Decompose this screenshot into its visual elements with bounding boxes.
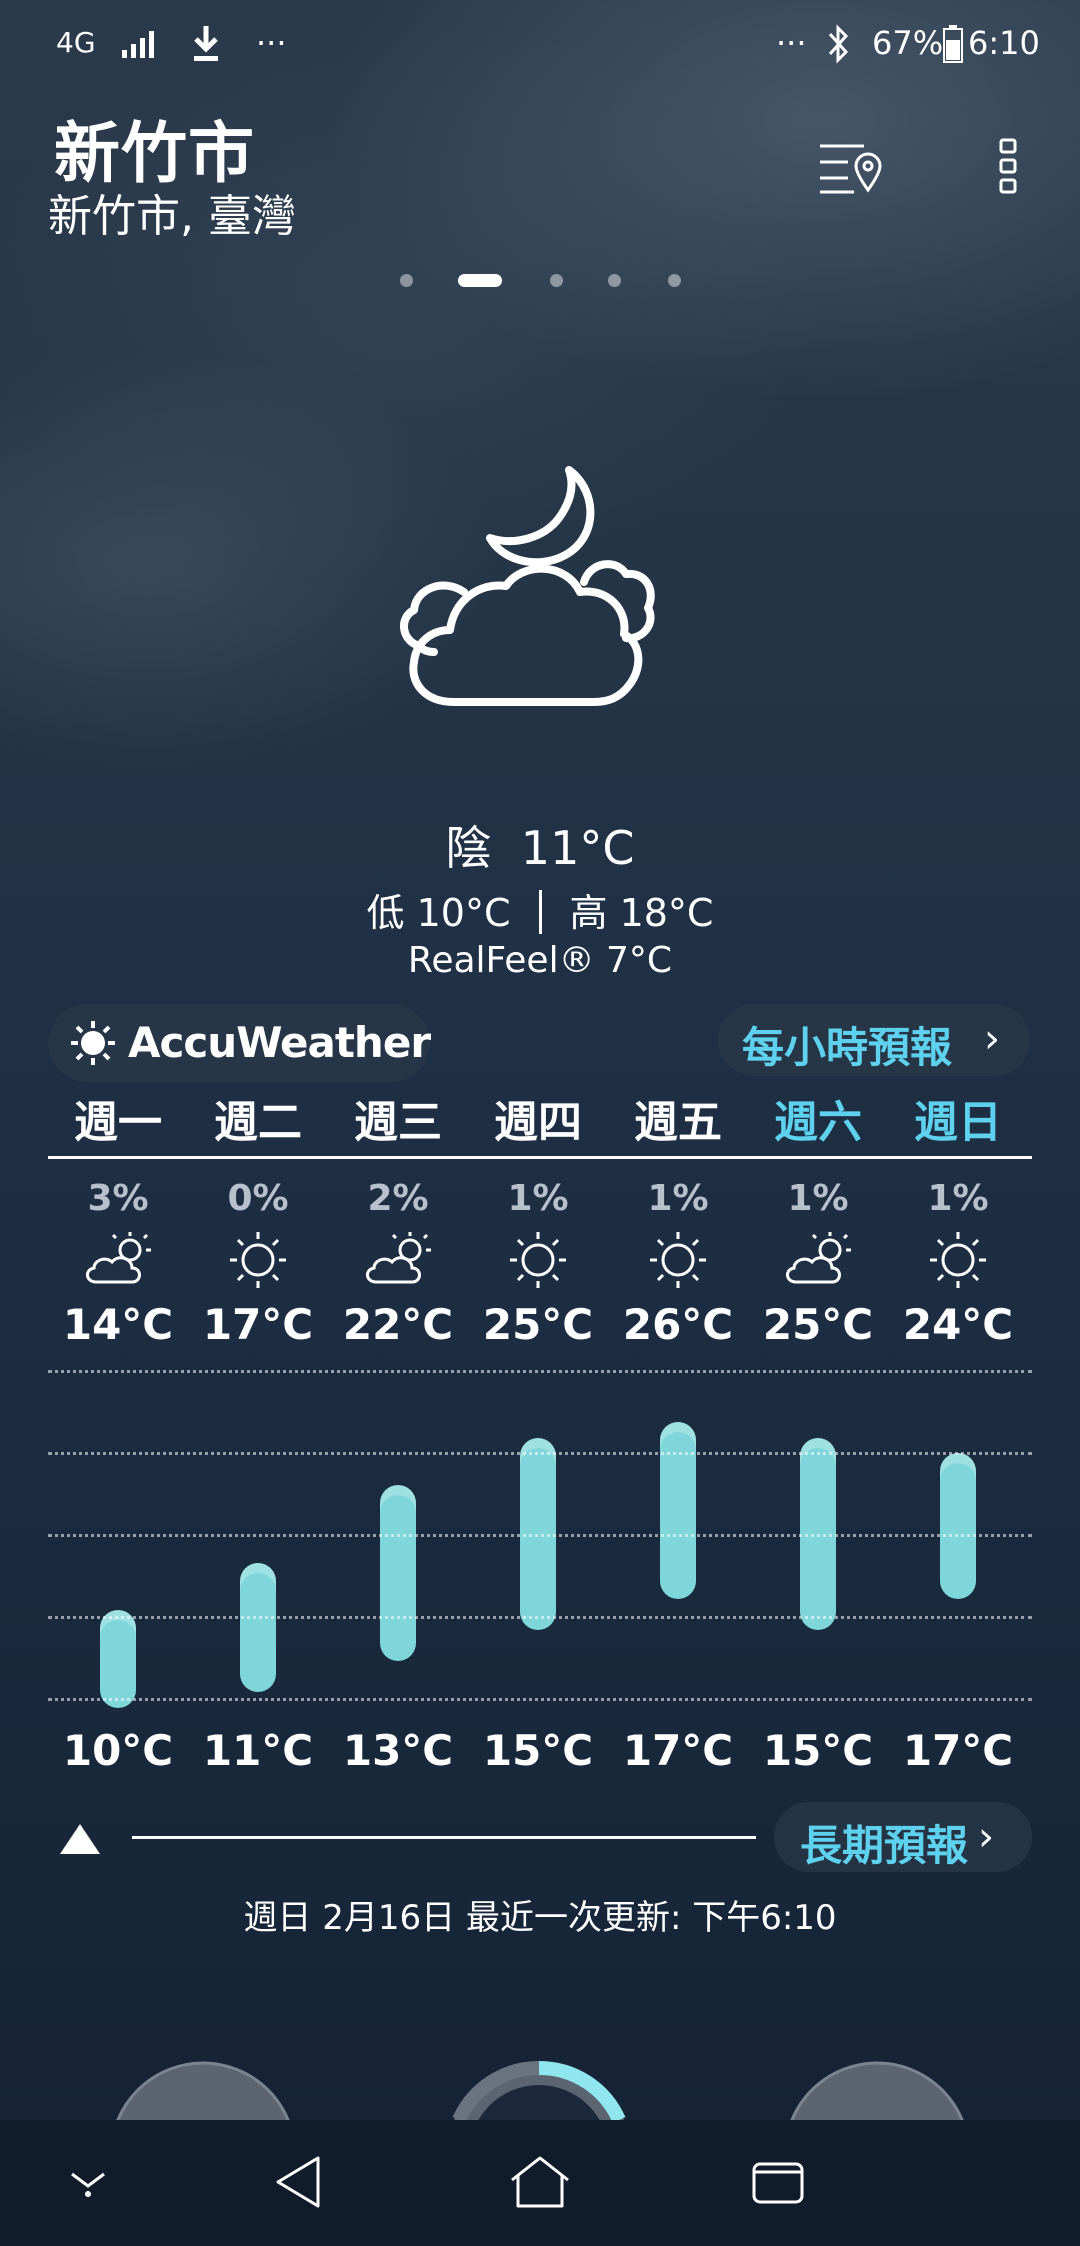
day-label: 週四	[494, 1097, 582, 1148]
page-dot[interactable]	[400, 274, 413, 287]
day-label: 週三	[354, 1097, 442, 1148]
high-temp-label: 14°C	[62, 1300, 174, 1349]
precip-chance: 0%	[227, 1178, 289, 1219]
temp-range: 低 10°C 高 18°C	[0, 882, 1080, 937]
high-temp-label: 22°C	[342, 1300, 454, 1349]
long-term-forecast-button[interactable]: 長期預報 ›	[774, 1802, 1032, 1872]
status-bar: 4G ··· ··· 67% 6:10	[0, 0, 1080, 92]
precip-chance: 1%	[927, 1178, 989, 1219]
current-conditions: 陰 11°C	[0, 812, 1080, 878]
clock: 6:10	[968, 24, 1040, 62]
page-dot-active[interactable]	[458, 274, 502, 287]
high-temp: 高 18°C	[569, 891, 714, 935]
precip-chance: 1%	[647, 1178, 709, 1219]
precip-chance: 1%	[787, 1178, 849, 1219]
region-name: 新竹市, 臺灣	[48, 191, 296, 242]
notification-pull-icon[interactable]	[66, 2164, 110, 2200]
detail-gauges	[0, 2060, 1080, 2120]
low-temp-label: 17°C	[902, 1726, 1014, 1775]
sun-logo-icon	[71, 1021, 115, 1065]
gauge-2[interactable]	[444, 2060, 634, 2120]
temp-range-bar	[100, 1609, 136, 1708]
precip-chance: 2%	[367, 1178, 429, 1219]
cloudy-night-icon	[400, 466, 655, 706]
recents-icon[interactable]	[750, 2158, 806, 2208]
grid-line	[48, 1534, 1032, 1537]
download-icon	[194, 26, 218, 61]
page-dot[interactable]	[608, 274, 621, 287]
temp-range-bar	[240, 1562, 276, 1693]
system-nav-bar	[0, 2120, 1080, 2246]
last-updated: 週日 2月16日 最近一次更新: 下午6:10	[243, 1898, 837, 1938]
partly-cloudy-sun-icon	[748, 1228, 888, 1292]
hourly-forecast-button[interactable]: 每小時預報 ›	[718, 1004, 1030, 1076]
sun-icon	[468, 1228, 608, 1292]
grid-line	[48, 1616, 1032, 1619]
high-temp-label: 25°C	[762, 1300, 874, 1349]
battery-percent: 67%	[872, 24, 944, 62]
gauge-1[interactable]	[108, 2060, 298, 2120]
overflow-menu-icon[interactable]	[998, 136, 1020, 196]
accuweather-logo-button[interactable]: AccuWeather	[48, 1004, 431, 1082]
back-icon[interactable]	[272, 2154, 324, 2210]
page-dot[interactable]	[668, 274, 681, 287]
day-label: 週五	[634, 1097, 722, 1148]
gauge-3[interactable]	[782, 2060, 972, 2120]
low-temp-label: 11°C	[202, 1726, 314, 1775]
signal-icon	[122, 31, 154, 58]
more-status: ···	[776, 24, 807, 62]
chevron-right-icon: ›	[984, 1016, 1000, 1062]
network-type: 4G	[56, 26, 96, 59]
precip-chance: 1%	[507, 1178, 569, 1219]
chevron-right-icon: ›	[978, 1814, 994, 1860]
day-label: 週一	[74, 1097, 162, 1148]
day-label: 週日	[914, 1097, 1002, 1148]
high-temp-label: 26°C	[622, 1300, 734, 1349]
bluetooth-icon	[828, 24, 849, 64]
day-label: 週六	[774, 1097, 862, 1148]
location-list-icon[interactable]	[818, 140, 886, 196]
temp-range-bar	[660, 1422, 696, 1599]
temp-range-bar	[940, 1453, 976, 1599]
low-temp-label: 10°C	[62, 1726, 174, 1775]
low-temp-label: 15°C	[482, 1726, 594, 1775]
hourly-forecast-label: 每小時預報	[742, 1023, 953, 1072]
day-label: 週二	[214, 1097, 302, 1148]
grid-line	[48, 1452, 1032, 1455]
grid-line	[48, 1698, 1032, 1701]
sun-icon	[608, 1228, 748, 1292]
sun-icon	[188, 1228, 328, 1292]
low-temp-label: 17°C	[622, 1726, 734, 1775]
divider	[538, 890, 542, 934]
grid-line	[48, 1370, 1032, 1373]
forecast-day-headers: 週一 週二 週三 週四 週五 週六 週日	[48, 1086, 1032, 1148]
header-divider	[48, 1156, 1032, 1159]
high-temp-label: 24°C	[902, 1300, 1014, 1349]
divider-line	[132, 1836, 756, 1839]
partly-cloudy-sun-icon	[328, 1228, 468, 1292]
realfeel: RealFeel® 7°C	[407, 940, 673, 981]
low-temp-label: 13°C	[342, 1726, 454, 1775]
precip-chance: 3%	[87, 1178, 149, 1219]
more-notifications: ···	[256, 24, 287, 62]
home-icon[interactable]	[508, 2154, 572, 2210]
partly-cloudy-sun-icon	[48, 1228, 188, 1292]
long-term-forecast-label: 長期預報	[800, 1821, 969, 1870]
low-temp: 低 10°C	[366, 891, 511, 935]
collapse-arrow-icon[interactable]	[60, 1824, 100, 1854]
temp-range-bar	[380, 1484, 416, 1662]
condition-text: 陰	[445, 821, 492, 875]
page-dot[interactable]	[550, 274, 563, 287]
high-temp-label: 25°C	[482, 1300, 594, 1349]
current-temp: 11°C	[520, 821, 635, 875]
battery-icon	[943, 25, 963, 63]
page-indicator	[0, 274, 1080, 288]
high-temp-label: 17°C	[202, 1300, 314, 1349]
low-temp-label: 15°C	[762, 1726, 874, 1775]
sun-icon	[888, 1228, 1028, 1292]
brand-name: AccuWeather	[128, 1018, 431, 1067]
